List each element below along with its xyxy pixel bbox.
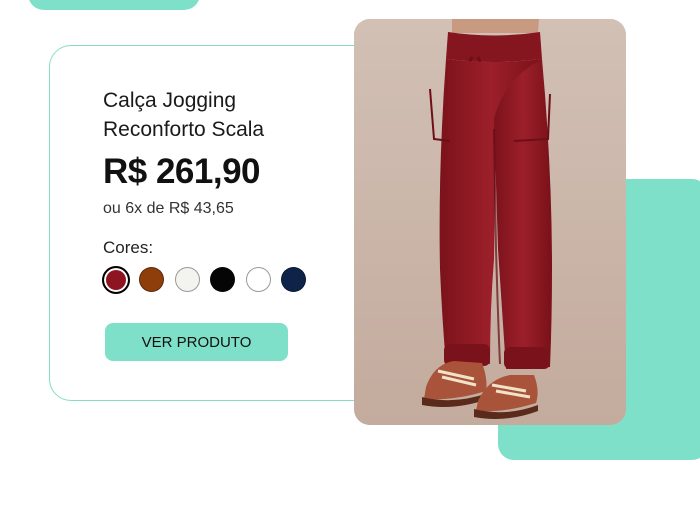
product-title-line2: Reconforto Scala xyxy=(103,118,265,141)
color-swatch-branco[interactable] xyxy=(245,267,271,292)
color-swatch-marrom[interactable] xyxy=(139,267,164,292)
product-title-line1: Calça Jogging xyxy=(103,89,237,112)
product-title: Calça Jogging Reconforto Scala xyxy=(103,86,333,144)
colors-label: Cores: xyxy=(103,238,154,257)
color-swatch-preto[interactable] xyxy=(210,267,235,292)
product-price: R$ 261,90 xyxy=(103,152,261,191)
product-photo[interactable] xyxy=(354,19,626,425)
product-image xyxy=(354,19,626,425)
installment-price: ou 6x de R$ 43,65 xyxy=(103,200,234,217)
view-product-button[interactable]: VER PRODUTO xyxy=(105,323,288,361)
color-swatch-azul-marinho[interactable] xyxy=(281,267,306,292)
color-swatch-vermelho[interactable] xyxy=(102,266,130,294)
decorative-top-shape xyxy=(28,0,200,10)
color-swatch-off-white[interactable] xyxy=(174,267,200,292)
color-swatches xyxy=(102,266,312,294)
